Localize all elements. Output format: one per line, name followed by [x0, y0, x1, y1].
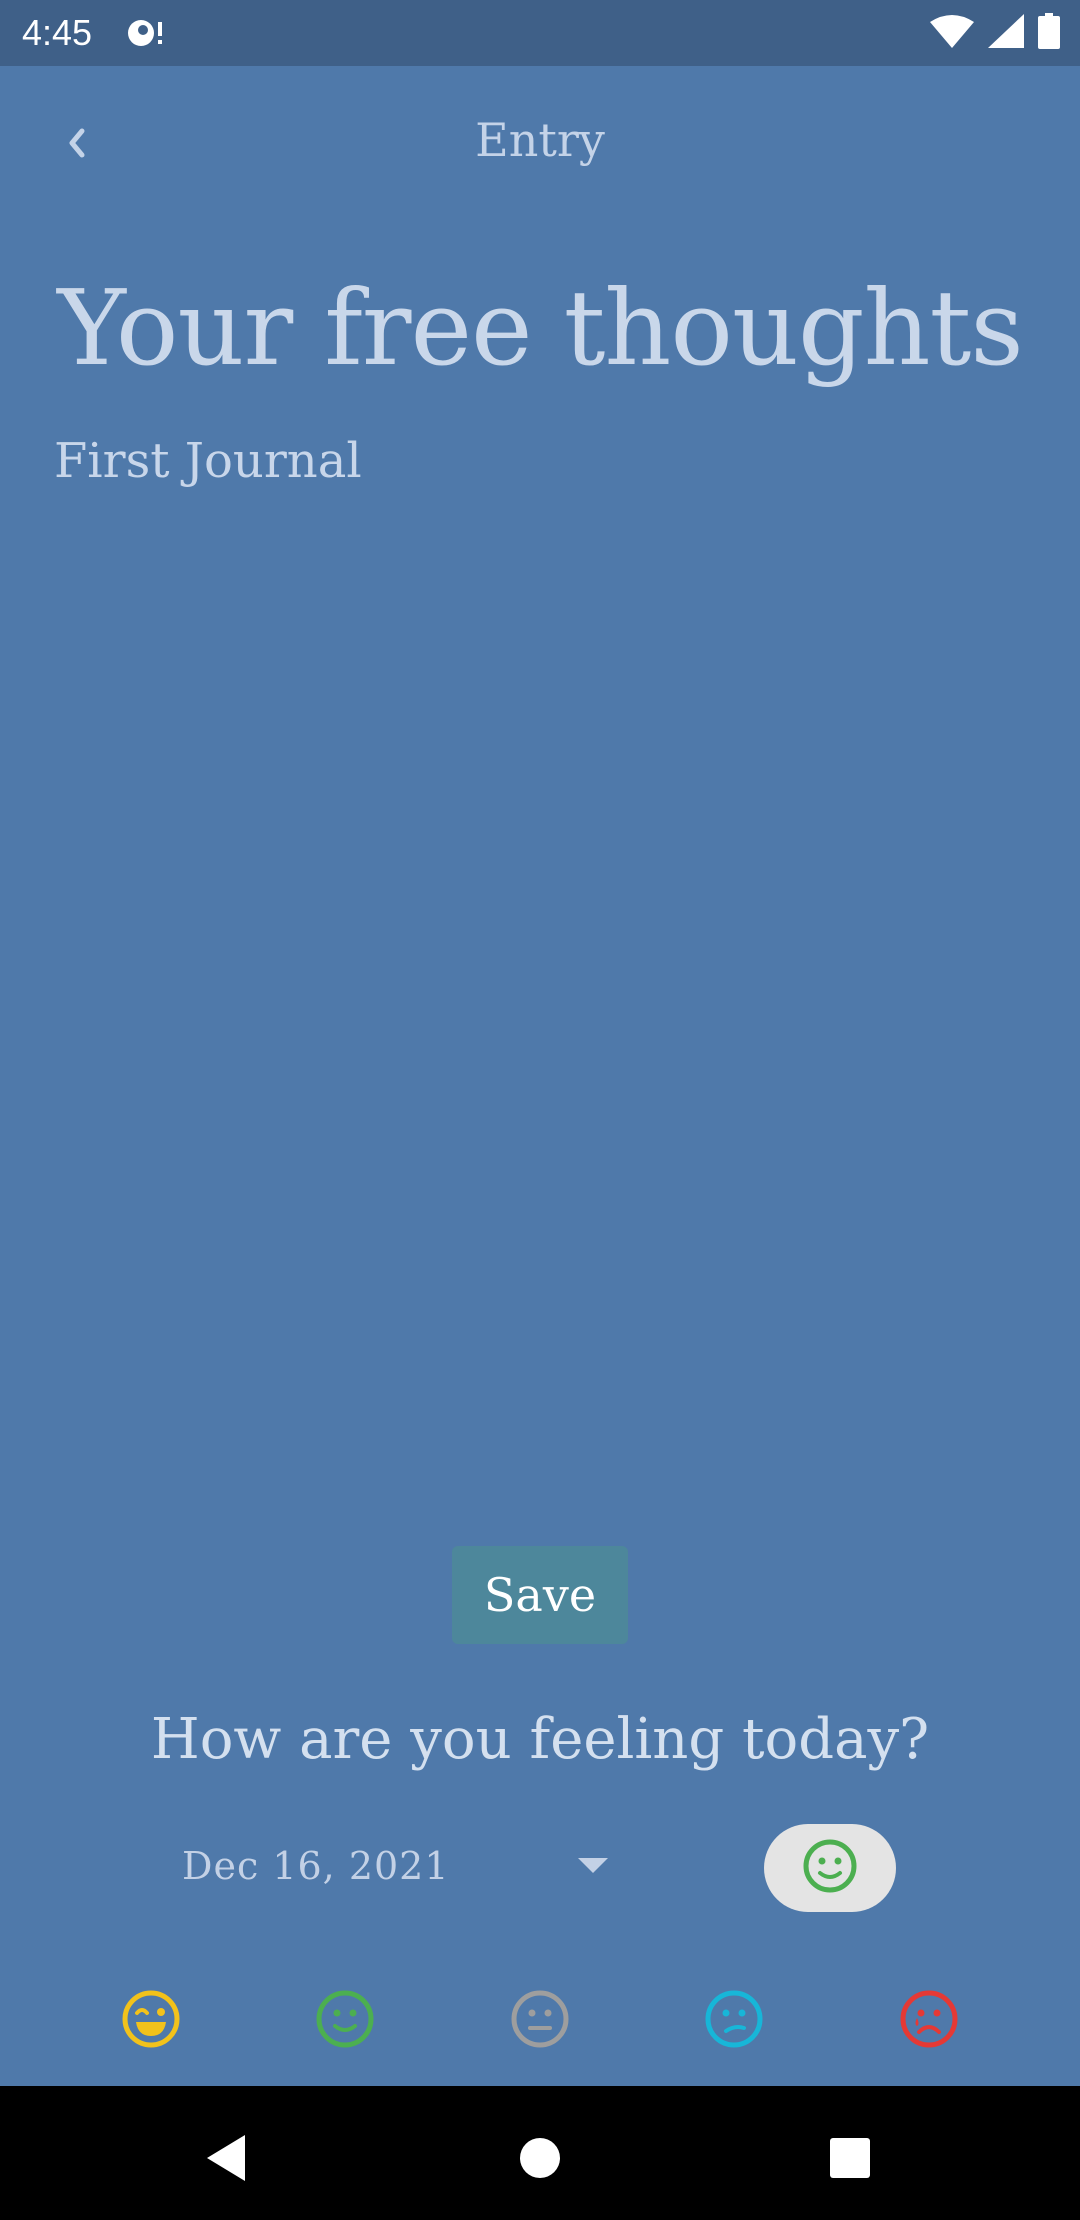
smile-icon — [801, 1837, 859, 1899]
recents-icon — [829, 2137, 871, 2183]
navigation-bar — [0, 2086, 1080, 2220]
mood-happy-button[interactable] — [314, 1990, 376, 2052]
date-dropdown[interactable]: Dec 16, 2021 — [182, 1836, 618, 1896]
notification-icon — [126, 16, 166, 50]
feeling-question: How are you feeling today? — [150, 1707, 930, 1772]
mood-very-sad-button[interactable] — [898, 1990, 960, 2052]
nav-recents-button[interactable] — [820, 2130, 880, 2190]
signal-icon — [988, 14, 1024, 52]
back-icon — [203, 2133, 249, 2187]
header-title: Entry — [475, 113, 605, 167]
smile-icon — [314, 1988, 376, 2054]
laugh-icon — [120, 1988, 182, 2054]
status-time: 4:45 — [22, 12, 93, 53]
mood-sad-button[interactable] — [703, 1990, 765, 2052]
selected-mood-badge[interactable] — [764, 1824, 896, 1912]
journal-entry-input[interactable] — [54, 422, 1026, 1502]
crying-face-icon — [898, 1988, 960, 2054]
home-icon — [519, 2137, 561, 2183]
sad-face-icon — [703, 1988, 765, 2054]
status-icons — [930, 13, 1060, 53]
wifi-icon — [930, 14, 974, 52]
mood-options — [0, 1990, 1080, 2052]
nav-back-button[interactable] — [196, 2130, 256, 2190]
dropdown-arrow-icon — [578, 1858, 608, 1873]
battery-icon — [1038, 13, 1060, 53]
save-button[interactable]: Save — [452, 1546, 628, 1644]
neutral-face-icon — [509, 1988, 571, 2054]
nav-home-button[interactable] — [510, 2130, 570, 2190]
page-title: Your free thoughts — [57, 267, 1023, 389]
mood-very-happy-button[interactable] — [120, 1990, 182, 2052]
date-value: Dec 16, 2021 — [182, 1844, 450, 1888]
app-header: Entry — [0, 66, 1080, 216]
status-bar: 4:45 — [0, 0, 1080, 66]
mood-neutral-button[interactable] — [509, 1990, 571, 2052]
